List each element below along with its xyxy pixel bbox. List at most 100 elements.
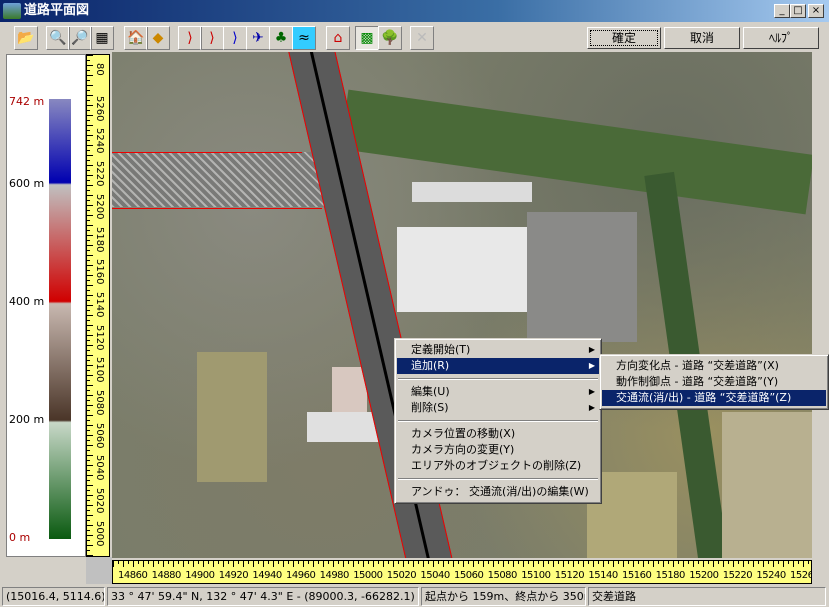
hruler-tick xyxy=(703,561,704,567)
zoom-in-icon[interactable]: 🔍 xyxy=(46,26,70,50)
hruler-tick xyxy=(588,561,589,564)
hruler-tick xyxy=(143,561,144,567)
hruler-tick xyxy=(583,561,584,567)
vruler-tick xyxy=(87,415,93,416)
route-blue-icon[interactable]: ⟩ xyxy=(223,26,247,50)
vruler-tick xyxy=(87,420,90,421)
hruler-tick xyxy=(343,561,344,567)
hruler-tick xyxy=(313,561,314,567)
menu-item-delete-outside[interactable]: エリア外のオブジェクトの削除(Z) xyxy=(397,458,599,474)
hruler-tick xyxy=(228,561,229,564)
submenu-item-direction-point[interactable]: 方向変化点 - 道路 “交差道路”(X) xyxy=(602,358,826,374)
menu-item-edit[interactable]: 編集(U) ▶ xyxy=(397,384,599,400)
hruler-tick xyxy=(303,561,304,567)
hruler-tick xyxy=(233,561,234,567)
vruler-tick xyxy=(87,145,93,146)
vruler-tick xyxy=(87,65,93,66)
forest-icon[interactable]: ♣ xyxy=(269,26,293,50)
submenu-item-control-point[interactable]: 動作制御点 - 道路 “交差道路”(Y) xyxy=(602,374,826,390)
horizontal-ruler[interactable]: 14860 14880 14900 14920 14940 14960 14980 15000… xyxy=(112,560,812,584)
hruler-tick xyxy=(708,561,709,564)
vruler-tick xyxy=(87,545,93,546)
hruler-tick xyxy=(753,561,754,567)
vruler-tick xyxy=(87,405,93,406)
vruler-tick xyxy=(87,135,93,136)
fit-grid-icon[interactable]: ▦ xyxy=(90,26,114,50)
vruler-tick xyxy=(87,255,93,256)
terrain-point-icon[interactable]: ⌂ xyxy=(326,26,350,50)
submenu-arrow-icon: ▶ xyxy=(588,387,595,396)
road-grid-icon[interactable]: ▩ xyxy=(355,26,379,50)
hruler-tick xyxy=(383,561,384,567)
hruler-tick-label: 15200 xyxy=(689,570,719,581)
vruler-tick xyxy=(87,340,90,341)
close-button[interactable]: × xyxy=(808,4,824,18)
vruler-tick xyxy=(87,470,90,471)
vruler-tick xyxy=(87,370,90,371)
vruler-tick-label: 80 xyxy=(94,63,105,76)
hruler-tick xyxy=(713,561,714,567)
hruler-tick xyxy=(263,561,264,567)
vruler-tick xyxy=(87,245,93,246)
hruler-tick xyxy=(518,561,519,564)
hruler-tick xyxy=(288,561,289,564)
hruler-tick xyxy=(738,561,739,564)
confirm-button[interactable]: 確定 xyxy=(587,27,661,49)
hruler-tick xyxy=(358,561,359,564)
route-red-2-icon[interactable]: ⟩ xyxy=(200,26,224,50)
building-icon[interactable]: 🏠 xyxy=(124,26,148,50)
menu-item-define-start[interactable]: 定義開始(T) ▶ xyxy=(397,342,599,358)
maximize-button[interactable]: □ xyxy=(790,4,806,18)
vruler-tick xyxy=(87,450,90,451)
hruler-tick xyxy=(688,561,689,564)
hruler-tick xyxy=(153,561,154,567)
vruler-tick-label: 5220 xyxy=(94,161,105,187)
airplane-icon[interactable]: ✈ xyxy=(246,26,270,50)
hruler-tick xyxy=(613,561,614,567)
building xyxy=(412,182,532,202)
vruler-tick xyxy=(87,240,90,241)
hruler-tick xyxy=(638,561,639,564)
vruler-tick xyxy=(87,170,90,171)
menu-item-delete[interactable]: 削除(S) ▶ xyxy=(397,400,599,416)
vruler-tick xyxy=(87,115,93,116)
route-red-1-icon[interactable]: ⟩ xyxy=(178,26,202,50)
hruler-tick xyxy=(408,561,409,564)
open-folder-icon[interactable]: 📂 xyxy=(14,26,38,50)
vruler-tick-label: 5160 xyxy=(94,259,105,285)
vruler-tick xyxy=(87,540,90,541)
water-icon[interactable]: ≈ xyxy=(292,26,316,50)
vruler-tick xyxy=(87,90,90,91)
hruler-tick xyxy=(168,561,169,564)
vruler-tick xyxy=(87,425,93,426)
vruler-tick xyxy=(87,100,90,101)
legend-label-200: 200 m xyxy=(9,413,45,426)
status-geo: 33 ° 47' 59.4" N, 132 ° 47' 4.3" E - (89… xyxy=(107,587,419,606)
hruler-tick-label: 14940 xyxy=(252,570,282,581)
vruler-tick xyxy=(87,400,90,401)
menu-item-undo[interactable]: アンドゥ： 交通流(消/出)の編集(W) xyxy=(397,484,599,500)
hruler-tick xyxy=(793,561,794,567)
vruler-tick xyxy=(87,530,90,531)
vertical-ruler[interactable]: 80 5260 5240 5220 5200 5180 5160 5140 5120 5100 50… xyxy=(86,54,110,557)
hruler-tick xyxy=(763,561,764,567)
road-edge-line xyxy=(112,208,322,209)
vruler-tick xyxy=(87,205,93,206)
hruler-tick xyxy=(253,561,254,567)
menu-item-add[interactable]: 追加(R) ▶ xyxy=(397,358,599,374)
vruler-tick xyxy=(87,275,93,276)
tree-cursor-icon[interactable]: 🌳 xyxy=(378,26,402,50)
menu-item-camera-direction[interactable]: カメラ方向の変更(Y) xyxy=(397,442,599,458)
hruler-tick xyxy=(548,561,549,564)
vruler-tick xyxy=(87,460,90,461)
zoom-out-icon[interactable]: 🔎 xyxy=(68,26,92,50)
menu-item-move-camera[interactable]: カメラ位置の移動(X) xyxy=(397,426,599,442)
road-sign-icon[interactable]: ◆ xyxy=(146,26,170,50)
hruler-tick xyxy=(138,561,139,564)
cancel-button[interactable]: 取消 xyxy=(664,27,740,49)
vruler-tick-label: 5040 xyxy=(94,455,105,481)
hruler-tick xyxy=(113,561,114,567)
help-button[interactable]: ﾍﾙﾌﾟ xyxy=(743,27,819,49)
minimize-button[interactable]: _ xyxy=(774,4,790,18)
submenu-item-traffic-flow[interactable]: 交通流(消/出) - 道路 “交差道路”(Z) xyxy=(602,390,826,406)
